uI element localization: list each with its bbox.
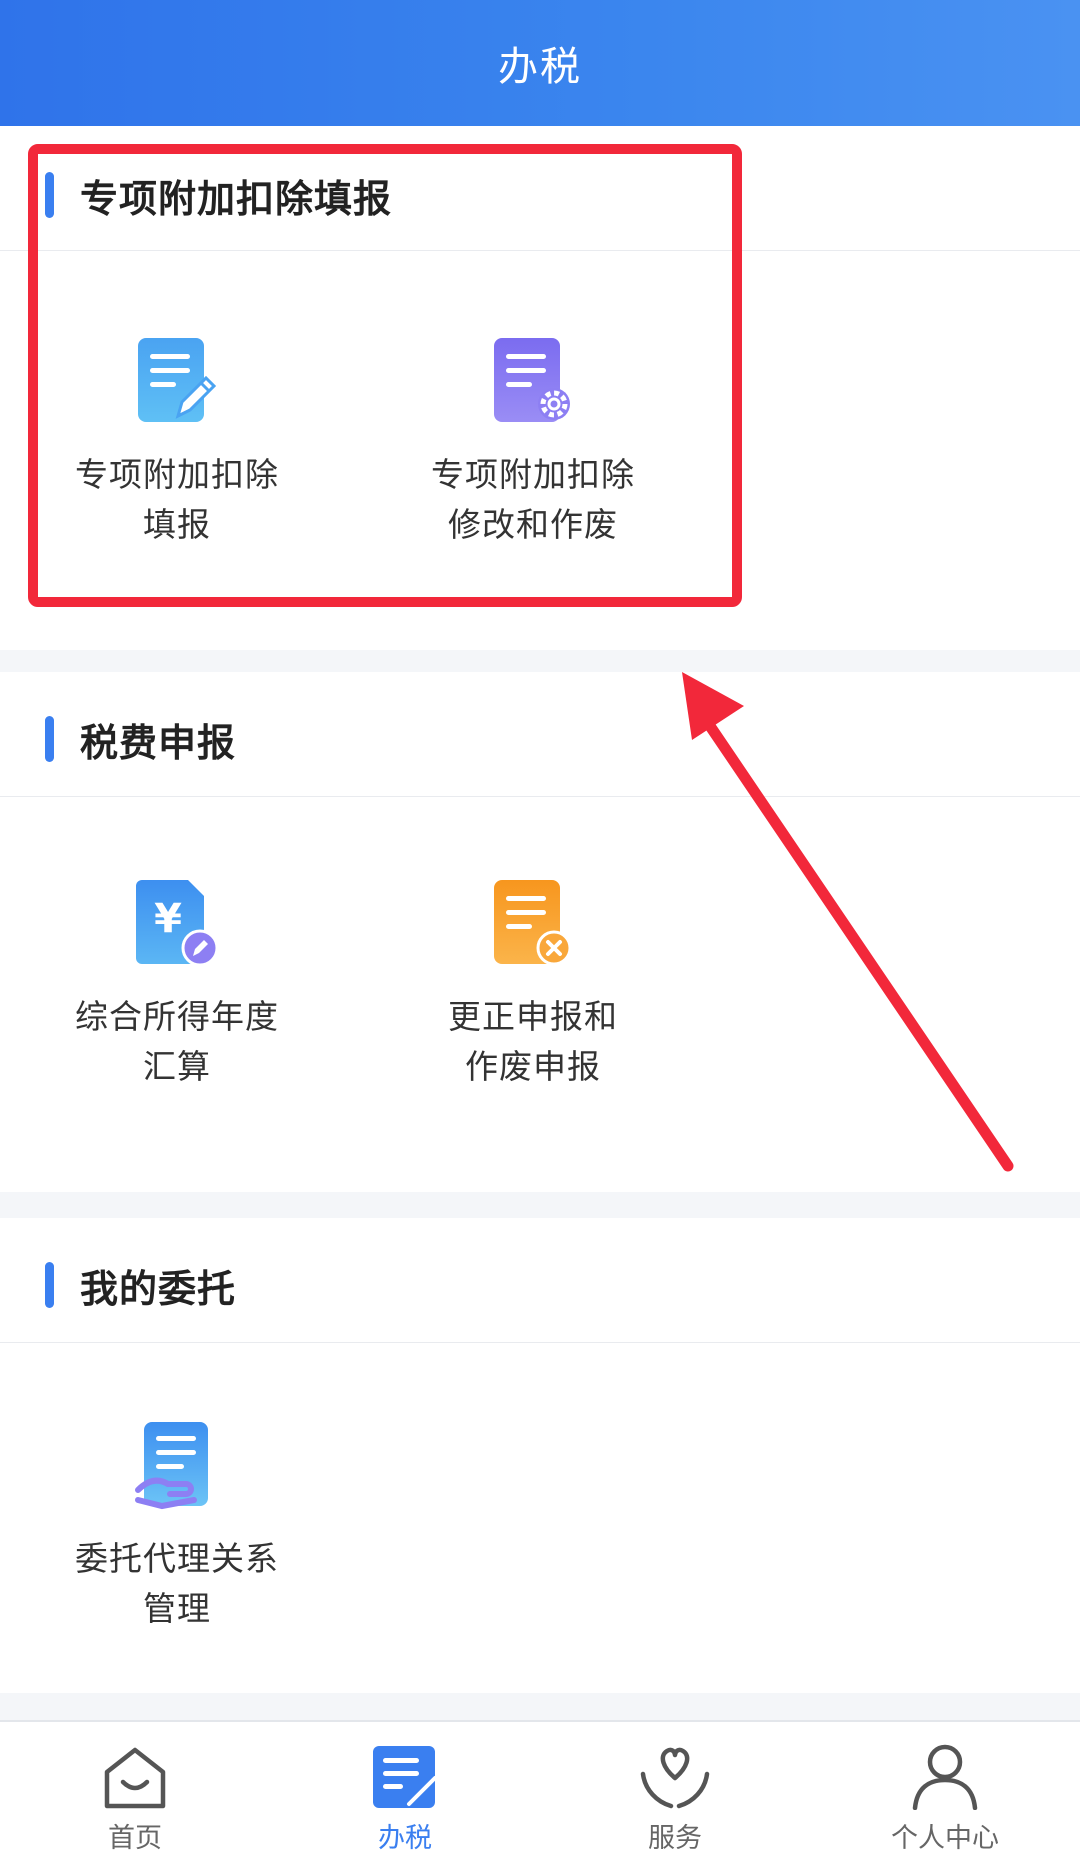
user-icon xyxy=(912,1744,978,1810)
annotation-arrow xyxy=(682,672,1014,1172)
tab-home[interactable]: 首页 xyxy=(0,1722,270,1870)
tab-label: 个人中心 xyxy=(891,1823,999,1854)
tax-document-icon xyxy=(373,1746,437,1808)
tab-label: 办税 xyxy=(378,1823,432,1854)
tab-label: 首页 xyxy=(108,1823,162,1854)
heart-hands-icon xyxy=(640,1747,710,1809)
tab-personal-center[interactable]: 个人中心 xyxy=(810,1722,1080,1870)
tab-services[interactable]: 服务 xyxy=(540,1722,810,1870)
bottom-tab-bar: 首页 办税 服务 个人中心 xyxy=(0,1720,1080,1870)
home-icon xyxy=(104,1747,166,1809)
tab-tax[interactable]: 办税 xyxy=(270,1722,540,1870)
tab-label: 服务 xyxy=(648,1823,702,1854)
